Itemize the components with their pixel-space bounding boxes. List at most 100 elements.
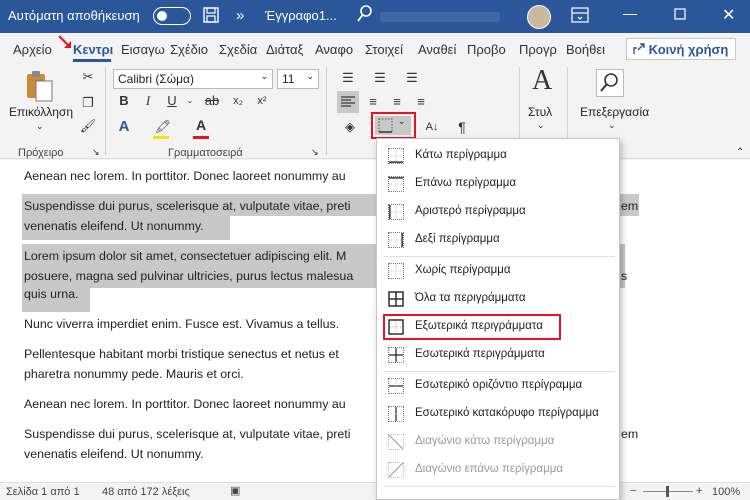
left-border-icon <box>388 204 404 220</box>
menu-item-top-border[interactable]: Επάνω περίγραμμα <box>377 170 619 198</box>
sort-icon[interactable]: A↓ <box>422 117 442 137</box>
paragraph-line: Suspendisse dui purus, scelerisque at, v… <box>24 199 351 213</box>
editing-button[interactable] <box>596 69 624 97</box>
paragraph-line: Aenean nec lorem. In porttitor. Donec la… <box>24 397 346 411</box>
text-effects-icon[interactable]: A <box>114 117 134 137</box>
search-icon[interactable] <box>357 5 373 26</box>
align-left-button[interactable] <box>337 91 359 113</box>
paragraph-line: Lorem ipsum dolor sit amet, consectetuer… <box>24 249 347 263</box>
tab-references[interactable]: Αναφο <box>315 42 353 57</box>
chevron-down-icon[interactable]: ⌄ <box>608 120 616 131</box>
zoom-out-icon[interactable]: − <box>630 485 636 497</box>
copy-icon[interactable]: ❐ <box>78 93 98 113</box>
minimize-icon[interactable]: — <box>623 5 637 21</box>
italic-icon[interactable]: I <box>138 91 158 111</box>
word-count[interactable]: 48 από 172 λέξεις <box>102 486 190 498</box>
close-icon[interactable]: ✕ <box>722 5 735 25</box>
tab-layout[interactable]: Διάταξ <box>266 42 303 57</box>
font-color-icon[interactable]: A <box>191 115 211 135</box>
underline-icon[interactable]: U <box>162 91 182 111</box>
tab-review[interactable]: Αναθεί <box>418 42 456 57</box>
menu-item-bottom-border[interactable]: Κάτω περίγραμμα <box>377 142 619 170</box>
menu-item-label: Δεξί περίγραμμα <box>415 233 500 245</box>
zoom-level[interactable]: 100% <box>712 486 740 498</box>
superscript-icon[interactable]: x² <box>252 91 272 111</box>
strikethrough-icon[interactable]: ab <box>202 91 222 111</box>
zoom-slider-thumb[interactable] <box>666 486 669 497</box>
paste-dropdown-icon[interactable]: ⌄ <box>36 121 44 132</box>
page-count[interactable]: Σελίδα 1 από 1 <box>6 486 80 498</box>
tab-mailings[interactable]: Στοιχεί <box>365 42 403 57</box>
account-name-blurred <box>380 12 500 22</box>
paste-icon[interactable] <box>24 69 54 103</box>
multilevel-list-icon[interactable]: ☰ <box>402 68 422 88</box>
separator <box>326 67 327 155</box>
ribbon: Επικόλληση ⌄ ✂ ❐ 🖌 Πρόχειρο ↘ Calibri (Σ… <box>0 63 750 159</box>
tab-draw[interactable]: Σχέδιο <box>170 42 208 57</box>
ribbon-display-icon[interactable] <box>571 6 589 27</box>
cut-icon[interactable]: ✂ <box>78 67 98 87</box>
font-size-combo[interactable]: 11 ⌄ <box>277 69 319 89</box>
autosave-toggle[interactable] <box>153 7 191 25</box>
borders-menu: Κάτω περίγραμμα Επάνω περίγραμμα Αριστερ… <box>376 138 620 500</box>
font-launcher-icon[interactable]: ↘ <box>311 147 319 158</box>
highlight-color-bar <box>153 136 169 139</box>
save-icon[interactable] <box>203 7 219 26</box>
align-center-icon[interactable]: ≡ <box>363 92 383 112</box>
highlight-icon[interactable]: 🖍 <box>153 117 173 137</box>
bullets-icon[interactable]: ☰ <box>338 68 358 88</box>
tab-file[interactable]: Αρχείο <box>13 42 52 57</box>
menu-item-outside-borders[interactable]: Εξωτερικά περιγράμματα <box>377 313 619 341</box>
align-right-icon[interactable]: ≡ <box>387 92 407 112</box>
justify-icon[interactable]: ≡ <box>411 92 431 112</box>
font-name-combo[interactable]: Calibri (Σώμα) ⌄ <box>113 69 273 89</box>
menu-item-inside-borders[interactable]: Εσωτερικά περιγράμματα <box>377 341 619 369</box>
tab-design[interactable]: Σχεδία <box>219 42 257 57</box>
paragraph-line: venenatis eleifend. Ut nonummy. <box>24 447 204 461</box>
tab-help[interactable]: Βοήθει <box>566 42 605 57</box>
clipboard-launcher-icon[interactable]: ↘ <box>92 147 100 158</box>
menu-item-label: Όλα τα περιγράμματα <box>415 292 526 304</box>
shading-icon[interactable]: ◈ <box>340 117 360 137</box>
menu-item-no-border[interactable]: Χωρίς περίγραμμα <box>377 257 619 285</box>
styles-icon[interactable]: A <box>532 65 552 97</box>
tab-developer[interactable]: Προγρ <box>519 42 557 57</box>
status-bar: Σελίδα 1 από 1 48 από 172 λέξεις ▣ − + 1… <box>0 482 750 500</box>
avatar[interactable] <box>527 5 551 29</box>
format-painter-icon[interactable]: 🖌 <box>78 116 98 136</box>
document-page[interactable]: Aenean nec lorem. In porttitor. Donec la… <box>0 160 750 482</box>
more-commands-icon[interactable]: » <box>236 7 244 24</box>
menu-item-diagonal-down-border[interactable]: Διαγώνιο κάτω περίγραμμα <box>377 428 619 456</box>
borders-button[interactable]: ⌄ <box>375 116 411 135</box>
proofing-icon[interactable]: ▣ <box>230 484 240 497</box>
menu-item-inside-horizontal-border[interactable]: Εσωτερικό οριζόντιο περίγραμμα <box>377 372 619 400</box>
menu-item-label: Εξωτερικά περιγράμματα <box>415 320 543 332</box>
zoom-in-icon[interactable]: + <box>696 485 702 497</box>
menu-item-right-border[interactable]: Δεξί περίγραμμα <box>377 226 619 254</box>
tab-view[interactable]: Προβο <box>467 42 506 57</box>
collapse-ribbon-icon[interactable]: ⌃ <box>736 147 744 158</box>
styles-label[interactable]: Στυλ <box>528 105 552 119</box>
tab-insert[interactable]: Εισαγω <box>121 42 165 57</box>
tab-home[interactable]: Κεντρι <box>73 42 113 57</box>
paste-label[interactable]: Επικόλληση <box>9 105 73 119</box>
menu-item-diagonal-up-border[interactable]: Διαγώνιο επάνω περίγραμμα <box>377 456 619 484</box>
chevron-down-icon[interactable]: ⌄ <box>537 120 545 131</box>
paragraph-line: quis urna. <box>24 287 79 301</box>
bold-icon[interactable]: B <box>114 91 134 111</box>
title-bar: Αυτόματη αποθήκευση » Έγγραφο1... — ✕ <box>0 0 750 33</box>
menu-item-label: Επάνω περίγραμμα <box>415 177 517 189</box>
menu-item-inside-vertical-border[interactable]: Εσωτερικό κατακόρυφο περίγραμμα <box>377 400 619 428</box>
chevron-down-icon[interactable]: ⌄ <box>180 91 200 111</box>
numbering-icon[interactable]: ☰ <box>370 68 390 88</box>
show-marks-icon[interactable]: ¶ <box>452 117 472 137</box>
menu-item-all-borders[interactable]: Όλα τα περιγράμματα <box>377 285 619 313</box>
maximize-icon[interactable] <box>674 7 686 23</box>
text-fragment: s <box>621 269 628 283</box>
menu-item-left-border[interactable]: Αριστερό περίγραμμα <box>377 198 619 226</box>
subscript-icon[interactable]: x₂ <box>228 91 248 111</box>
share-button[interactable]: Κοινή χρήση <box>626 38 736 60</box>
paragraph-line: Suspendisse dui purus, scelerisque at, v… <box>24 427 351 441</box>
editing-label[interactable]: Επεξεργασία <box>580 105 649 119</box>
diagonal-up-border-icon <box>388 462 404 478</box>
